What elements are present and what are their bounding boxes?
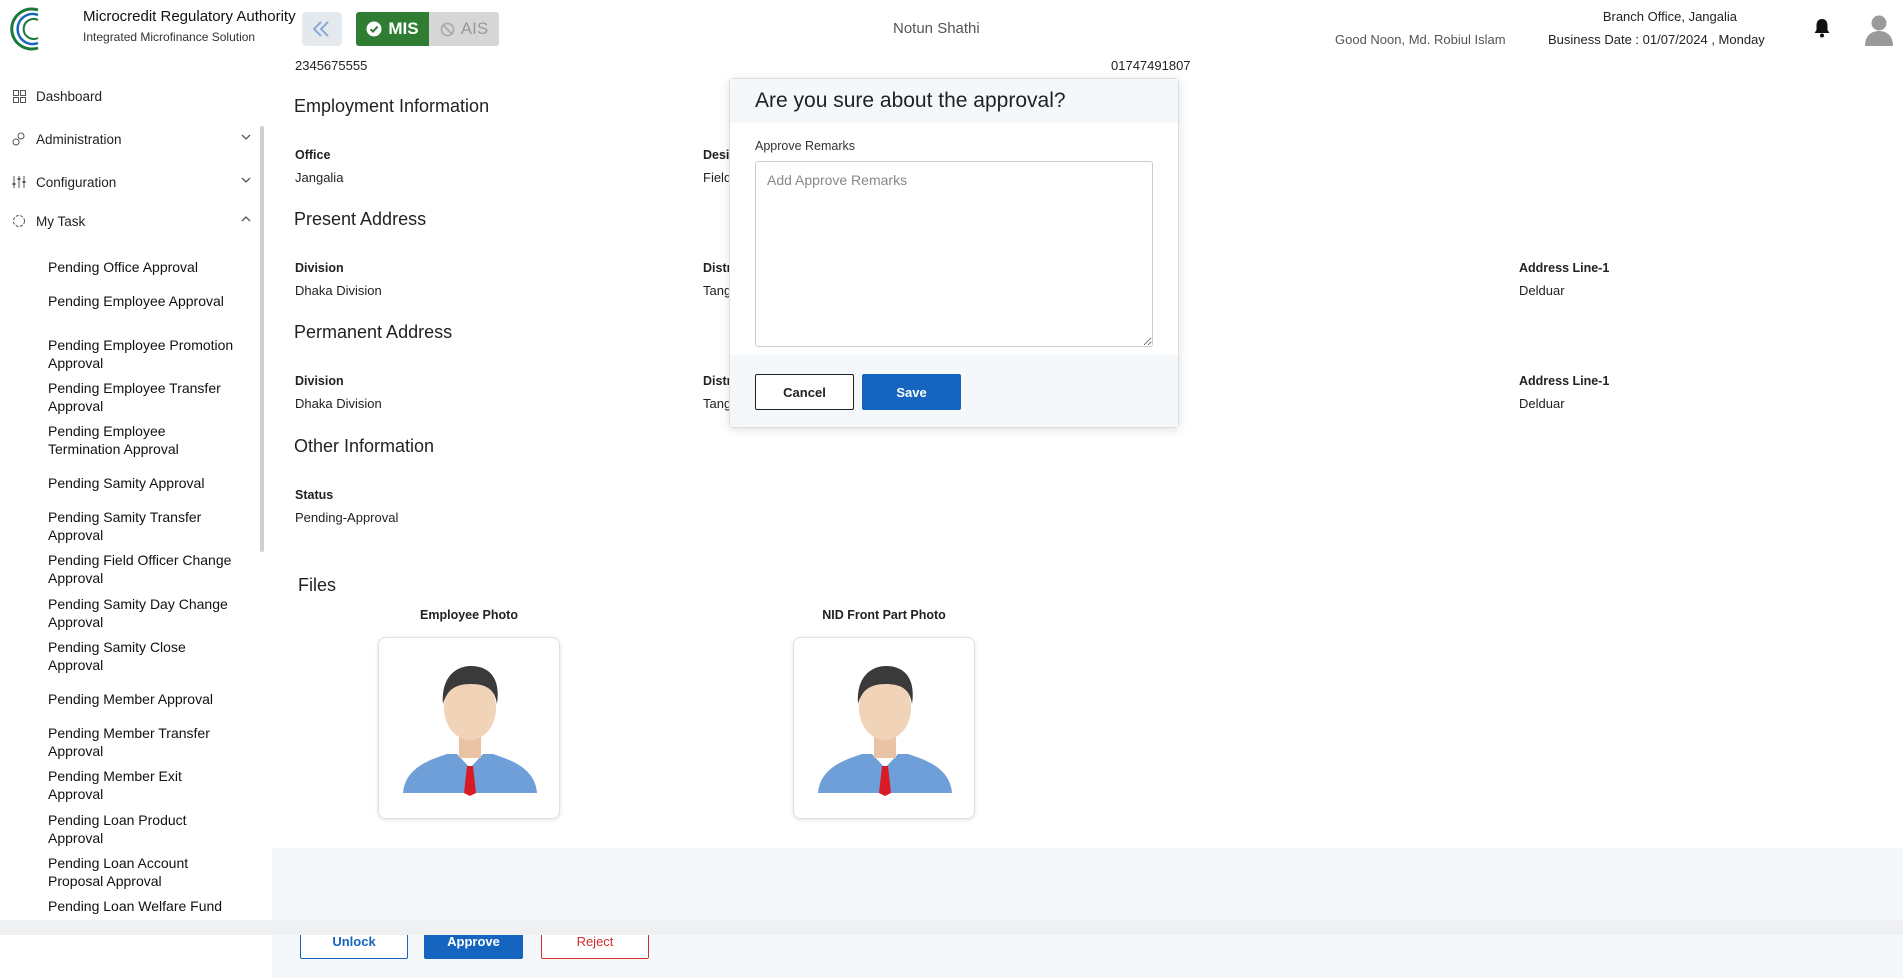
mis-label: MIS <box>388 19 419 38</box>
chevron-down-icon <box>241 177 251 183</box>
user-avatar-icon[interactable] <box>1862 12 1896 51</box>
present-address-value: Delduar <box>1519 283 1565 298</box>
mis-toggle-button[interactable]: MIS <box>356 12 429 46</box>
approval-dialog: Are you sure about the approval? Approve… <box>729 78 1179 428</box>
permanent-address-value: Delduar <box>1519 396 1565 411</box>
brand-title: Microcredit Regulatory Authority <box>83 8 296 25</box>
sidebar-item-dashboard[interactable]: Dashboard <box>12 85 252 107</box>
sidebar-subitem[interactable]: Pending Employee Transfer Approval <box>48 379 238 415</box>
brand-subtitle: Integrated Microfinance Solution <box>83 30 256 44</box>
approve-remarks-label: Approve Remarks <box>755 139 856 153</box>
sidebar-subitem[interactable]: Pending Samity Day Change Approval <box>48 595 238 631</box>
status-label: Status <box>295 488 334 502</box>
sidebar-subitem[interactable]: Pending Loan Welfare Fund Approval <box>48 897 238 919</box>
sidebar-subitem[interactable]: Pending Loan Account Proposal Approval <box>48 854 238 890</box>
person-placeholder-icon <box>818 666 952 796</box>
nid-photo-label: NID Front Part Photo <box>822 608 946 622</box>
notification-bell-icon[interactable] <box>1813 18 1831 43</box>
ais-label: AIS <box>460 19 489 38</box>
permanent-district-value: Tang <box>703 396 732 411</box>
permanent-district-label: Distr <box>703 374 732 388</box>
section-title-files: Files <box>298 575 337 595</box>
sidebar-subitem[interactable]: Pending Office Approval <box>48 258 238 276</box>
permanent-address-label: Address Line-1 <box>1519 374 1610 388</box>
present-division-value: Dhaka Division <box>295 283 382 298</box>
section-title-employment: Employment Information <box>294 96 490 116</box>
bottom-strip <box>0 920 1903 935</box>
present-district-label: Distr <box>703 261 732 275</box>
designation-value: Field <box>703 170 732 185</box>
sidebar-subitem[interactable]: Pending Employee Promotion Approval <box>48 336 238 372</box>
sidebar-item-label: My Task <box>36 213 86 229</box>
task-icon <box>12 214 26 228</box>
sidebar-subitem[interactable]: Pending Member Exit Approval <box>48 767 238 803</box>
person-placeholder-icon <box>403 666 537 796</box>
chevron-down-icon <box>241 134 251 140</box>
sidebar-item-configuration[interactable]: Configuration <box>12 171 252 193</box>
sidebar-item-label: Configuration <box>36 174 117 190</box>
chevron-up-icon <box>241 216 251 222</box>
permanent-division-value: Dhaka Division <box>295 396 382 411</box>
ais-toggle-button[interactable]: AIS <box>429 12 499 46</box>
sliders-icon <box>12 175 26 189</box>
sidebar-subitem[interactable]: Pending Employee Termination Approval <box>48 422 238 458</box>
present-address-label: Address Line-1 <box>1519 261 1610 275</box>
mra-logo <box>8 4 74 52</box>
collapse-sidebar-button[interactable] <box>302 12 342 46</box>
employee-photo-label: Employee Photo <box>420 608 518 622</box>
sidebar-item-label: Administration <box>36 131 122 147</box>
sidebar-subitem[interactable]: Pending Field Officer Change Approval <box>48 551 238 587</box>
section-title-present-address: Present Address <box>294 209 427 229</box>
branch-office: Branch Office, Jangalia <box>1602 9 1737 24</box>
double-chevron-left-icon <box>312 21 329 37</box>
status-value: Pending-Approval <box>295 510 399 525</box>
present-district-value: Tang <box>703 283 732 298</box>
check-circle-icon <box>366 21 382 37</box>
top-value-right: 01747491807 <box>1111 58 1191 73</box>
grid-icon <box>12 89 26 103</box>
section-title-other-information: Other Information <box>294 436 435 456</box>
office-value: Jangalia <box>295 170 344 185</box>
app-name: Notun Shathi <box>893 20 980 37</box>
office-label: Office <box>295 148 331 162</box>
sidebar-subitem[interactable]: Pending Samity Transfer Approval <box>48 508 238 544</box>
cancel-button[interactable]: Cancel <box>755 374 854 410</box>
sidebar-subitem[interactable]: Pending Samity Close Approval <box>48 638 238 674</box>
sidebar-subitem[interactable]: Pending Member Approval <box>48 690 238 708</box>
sidebar-item-my-task[interactable]: My Task <box>12 210 252 232</box>
nid-front-photo[interactable] <box>793 637 975 819</box>
sidebar-subitem[interactable]: Pending Loan Product Approval <box>48 811 238 847</box>
top-header: Microcredit Regulatory Authority Integra… <box>0 0 1903 58</box>
sidebar-subitem[interactable]: Pending Samity Approval <box>48 474 238 492</box>
top-value-left: 2345675555 <box>295 58 368 73</box>
save-button[interactable]: Save <box>862 374 961 410</box>
present-division-label: Division <box>295 261 344 275</box>
sidebar-item-administration[interactable]: Administration <box>12 128 252 150</box>
approve-remarks-input[interactable] <box>755 161 1153 347</box>
sidebar-item-label: Dashboard <box>36 88 103 104</box>
sidebar-scrollbar[interactable] <box>260 126 264 552</box>
sidebar: Dashboard Administration Configuration M… <box>0 58 272 920</box>
admin-icon <box>12 132 26 146</box>
sidebar-subitem[interactable]: Pending Employee Approval <box>48 292 238 310</box>
sidebar-subitem[interactable]: Pending Member Transfer Approval <box>48 724 238 760</box>
employee-photo[interactable] <box>378 637 560 819</box>
user-greeting: Good Noon, Md. Robiul Islam <box>1335 32 1506 47</box>
permanent-division-label: Division <box>295 374 344 388</box>
dialog-title: Are you sure about the approval? <box>755 89 1066 112</box>
ban-icon <box>440 22 455 36</box>
business-date: Business Date : 01/07/2024 , Monday <box>1548 32 1765 47</box>
section-title-permanent-address: Permanent Address <box>294 322 453 342</box>
action-bar: Unlock Approve Reject <box>272 848 1903 978</box>
